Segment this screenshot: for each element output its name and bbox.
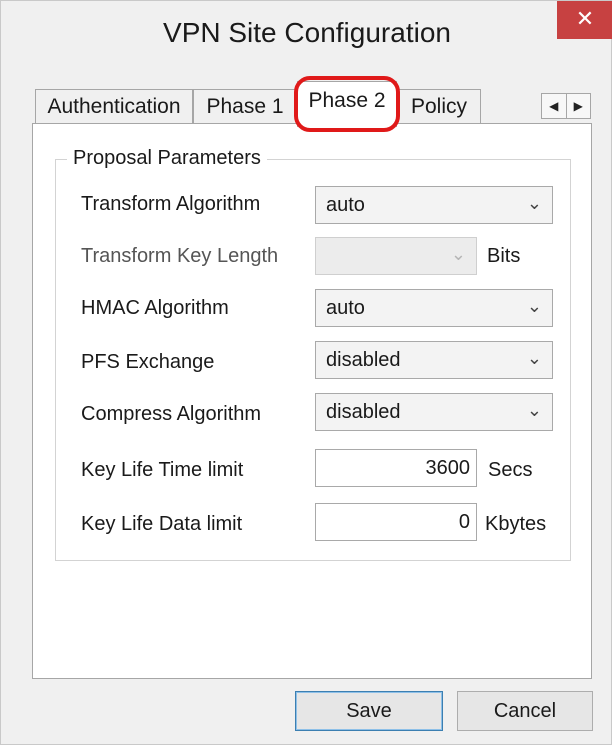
kbytes-unit-label: Kbytes (485, 513, 547, 535)
chevron-down-icon: ⌄ (526, 296, 542, 316)
vpn-site-configuration-dialog: VPN Site Configuration ✕ Authentication … (0, 0, 612, 745)
key-life-data-label: Key Life Data limit (81, 513, 243, 535)
transform-algorithm-label: Transform Algorithm (81, 193, 261, 215)
hmac-algorithm-select[interactable]: auto ⌄ (315, 289, 553, 327)
scroll-left-icon[interactable]: ◀ (542, 94, 566, 118)
group-title: Proposal Parameters (67, 147, 267, 170)
cancel-button[interactable]: Cancel (457, 691, 593, 731)
scroll-right-icon[interactable]: ▶ (565, 94, 591, 118)
key-life-data-input[interactable]: 0 (315, 503, 477, 541)
pfs-exchange-label: PFS Exchange (81, 351, 215, 373)
tab-label: Policy (410, 95, 468, 118)
key-life-time-label: Key Life Time limit (81, 459, 244, 481)
chevron-down-icon: ⌄ (526, 193, 542, 213)
close-button[interactable]: ✕ (557, 1, 612, 39)
secs-unit-label: Secs (488, 459, 533, 481)
tab-authentication[interactable]: Authentication (35, 89, 193, 123)
select-value: auto (326, 194, 365, 216)
select-value: disabled (326, 401, 401, 423)
tab-phase-1[interactable]: Phase 1 (193, 89, 297, 123)
input-value: 3600 (425, 457, 471, 479)
hmac-algorithm-label: HMAC Algorithm (81, 297, 229, 319)
tab-highlight-annotation (294, 76, 400, 132)
transform-algorithm-select[interactable]: auto ⌄ (315, 186, 553, 224)
save-button[interactable]: Save (295, 691, 443, 731)
transform-key-length-select[interactable]: ⌄ (315, 237, 477, 275)
compress-algorithm-label: Compress Algorithm (81, 403, 262, 425)
compress-algorithm-select[interactable]: disabled ⌄ (315, 393, 553, 431)
key-life-time-input[interactable]: 3600 (315, 449, 477, 487)
input-value: 0 (458, 511, 470, 533)
transform-key-length-label: Transform Key Length (81, 245, 279, 267)
chevron-down-icon: ⌄ (526, 348, 542, 368)
chevron-down-icon: ⌄ (526, 400, 542, 420)
tab-label: Phase 1 (206, 95, 284, 118)
bits-unit-label: Bits (487, 245, 521, 267)
close-icon: ✕ (575, 6, 595, 31)
title-bar: VPN Site Configuration ✕ (1, 1, 612, 79)
select-value: auto (326, 297, 365, 319)
pfs-exchange-select[interactable]: disabled ⌄ (315, 341, 553, 379)
tab-label: Authentication (47, 95, 181, 118)
tab-scroll-buttons: ◀ ▶ (541, 93, 591, 119)
chevron-down-icon: ⌄ (450, 244, 466, 264)
tab-policy[interactable]: Policy (397, 89, 481, 123)
select-value: disabled (326, 349, 401, 371)
dialog-title: VPN Site Configuration (163, 17, 451, 48)
